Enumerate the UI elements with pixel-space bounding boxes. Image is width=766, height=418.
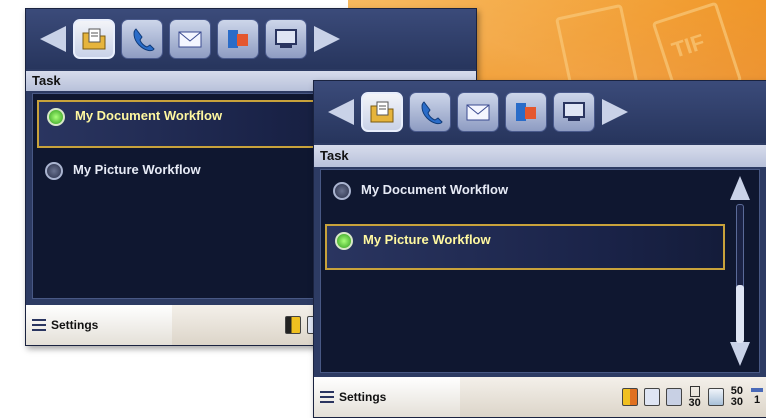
workflow-list: My Document Workflow My Picture Workflow [320,169,760,373]
task-panel-front: Task My Document Workflow My Picture Wor… [313,80,766,418]
document-type-icon[interactable] [665,388,682,406]
radio-selected-icon[interactable] [335,232,353,250]
radio-unselected-icon[interactable] [333,182,351,200]
folder-document-icon[interactable] [361,92,403,132]
email-envelope-icon[interactable] [457,92,499,132]
workflow-label: My Picture Workflow [363,232,491,247]
monitor-icon[interactable] [553,92,595,132]
image-settings-icon[interactable] [707,388,724,406]
monitor-icon[interactable] [265,19,307,59]
phone-icon[interactable] [121,19,163,59]
scroll-thumb[interactable] [736,285,744,343]
settings-label: Settings [339,390,387,404]
copies-value: 1 [753,394,761,406]
email-envelope-icon[interactable] [169,19,211,59]
color-mode-icon[interactable] [621,388,638,406]
workflow-label: My Document Workflow [361,182,509,197]
dpi-bottom-value: 30 [730,396,743,408]
phone-icon[interactable] [409,92,451,132]
back-arrow-icon[interactable] [36,24,70,54]
forward-arrow-icon[interactable] [310,24,344,54]
scroll-down-arrow-icon[interactable] [730,342,750,366]
settings-button[interactable]: Settings [26,305,172,345]
color-mode-icon[interactable] [285,316,301,334]
list-item[interactable]: My Picture Workflow [325,224,725,270]
settings-button[interactable]: Settings [314,377,460,417]
scrollbar[interactable] [729,176,751,366]
scroll-up-arrow-icon[interactable] [730,176,750,200]
radio-unselected-icon[interactable] [45,162,63,180]
scan-to-app-icon[interactable] [217,19,259,59]
toolbar [314,81,766,143]
page-icon [689,385,700,397]
toolbar [26,9,476,69]
file-format-icon[interactable] [643,388,660,406]
settings-label: Settings [51,318,99,332]
page-count-value: 30 [688,396,701,409]
copies-count: 1 [751,388,763,406]
page-count: 30 [688,385,701,409]
radio-selected-icon[interactable] [47,108,65,126]
resolution-readout: 50 30 [731,386,743,408]
task-header: Task [314,145,766,167]
list-item[interactable]: My Document Workflow [325,176,685,216]
copies-icon [751,388,763,392]
settings-list-icon [32,319,46,331]
forward-arrow-icon[interactable] [598,97,632,127]
folder-document-icon[interactable] [73,19,115,59]
back-arrow-icon[interactable] [324,97,358,127]
workflow-label: My Document Workflow [75,108,223,123]
status-bar: Settings 30 50 30 1 [314,377,766,417]
settings-list-icon [320,391,334,403]
workflow-label: My Picture Workflow [73,162,201,177]
scan-to-app-icon[interactable] [505,92,547,132]
list-item[interactable]: My Picture Workflow [37,156,297,196]
scroll-track[interactable] [736,204,744,343]
